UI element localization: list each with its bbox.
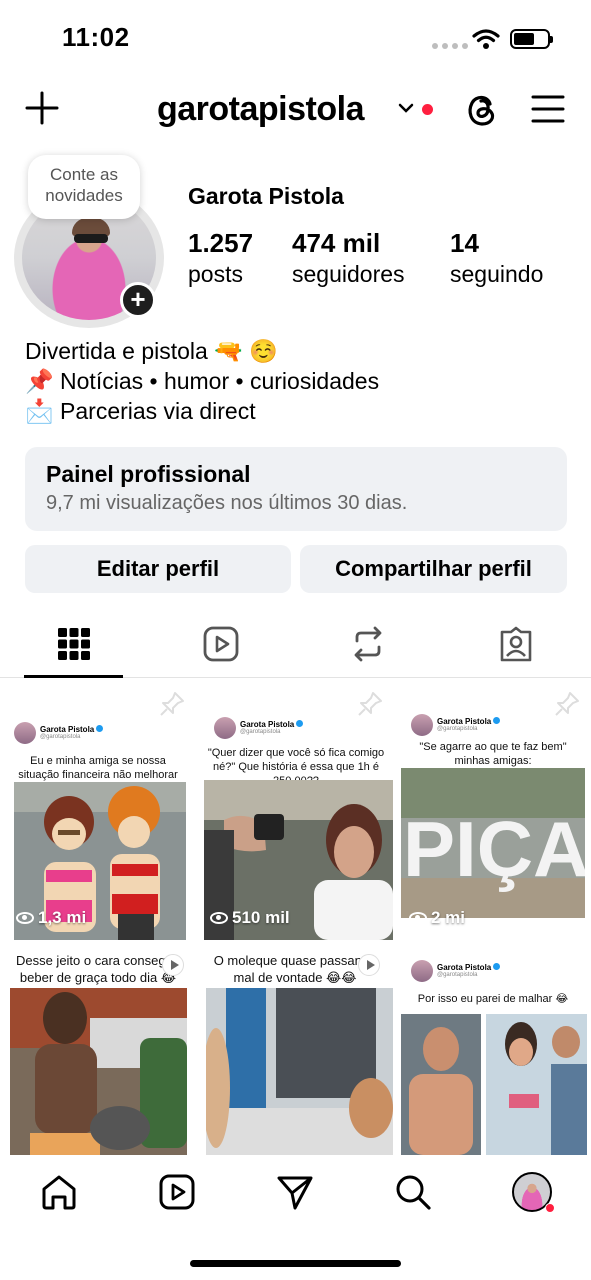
menu-icon[interactable] — [530, 94, 566, 124]
tweet-author: Garota Pistola — [40, 725, 95, 734]
tweet-text: Por isso eu parei de malhar 😂 — [417, 993, 569, 1005]
active-tab-indicator — [24, 675, 123, 678]
tweet-header: Garota Pistola @garotapistola — [411, 714, 501, 736]
views-value: 1,3 mi — [38, 908, 87, 927]
create-plus-icon[interactable] — [24, 90, 60, 126]
tweet-avatar — [214, 717, 236, 739]
tweet-header: Garota Pistola @garotapistola — [214, 717, 304, 739]
panel-title: Painel profissional — [46, 461, 251, 487]
pin-icon — [160, 692, 184, 716]
stat-value: 474 mil — [292, 228, 381, 258]
eye-icon — [210, 912, 228, 924]
tweet-author: Garota Pistola — [240, 720, 295, 729]
edit-profile-button[interactable]: Editar perfil — [25, 545, 291, 593]
add-story-plus-icon[interactable]: + — [120, 282, 156, 318]
wifi-icon — [472, 29, 500, 49]
tweet-avatar — [411, 714, 433, 736]
views-value: 2 mi — [431, 908, 466, 927]
pin-icon — [555, 692, 579, 716]
letters-sculpture-image: PIÇA — [401, 768, 585, 918]
verified-icon — [296, 720, 304, 727]
stat-label: seguindo — [450, 261, 544, 287]
post-tile[interactable]: Garota Pistola @garotapistola "Quer dize… — [198, 680, 393, 940]
story-note-bubble[interactable]: Conte as novidades — [28, 155, 140, 219]
panel-subtitle: 9,7 mi visualizações nos últimos 30 dias… — [46, 492, 408, 514]
post-tile[interactable]: O moleque quase passando mal de vontade … — [198, 942, 393, 1155]
tweet-text: "Se agarre ao que te faz bem" minhas ami… — [419, 741, 567, 767]
bio-line: 📌 Notícias • humor • curiosidades — [25, 368, 380, 394]
reel-play-icon — [358, 954, 380, 976]
video-still-image — [10, 988, 187, 1155]
views-value: 510 mil — [232, 908, 290, 927]
tweet-header: Garota Pistola @garotapistola — [411, 960, 501, 982]
notification-dot — [545, 1203, 555, 1213]
bottom-navigation — [0, 1157, 591, 1280]
tweet-handle: @garotapistola — [240, 729, 281, 735]
posts-grid: Garota Pistola @garotapistola Eu e minha… — [0, 680, 591, 1155]
stat-followers[interactable]: 474 mil seguidores — [292, 228, 405, 288]
post-tile[interactable]: Garota Pistola @garotapistola Por isso e… — [395, 942, 591, 1155]
professional-dashboard[interactable]: Painel profissional 9,7 mi visualizações… — [25, 447, 567, 531]
display-name: Garota Pistola — [188, 183, 344, 209]
verified-icon — [96, 725, 104, 732]
stat-following[interactable]: 14 seguindo — [450, 228, 543, 288]
tweet-avatar — [411, 960, 433, 982]
grid-tab-icon[interactable] — [56, 626, 92, 662]
tweet-handle: @garotapistola — [437, 726, 478, 732]
reels-tab-icon[interactable] — [203, 626, 239, 662]
content-tabs — [0, 610, 591, 678]
stat-label: seguidores — [292, 261, 405, 287]
tweet-handle: @garotapistola — [437, 972, 478, 978]
reel-play-icon — [162, 954, 184, 976]
tweet-author: Garota Pistola — [437, 717, 492, 726]
view-count: 1,3 mi — [16, 908, 86, 928]
tweet-handle: @garotapistola — [40, 734, 81, 740]
battery-icon — [510, 29, 553, 49]
tweet-header: Garota Pistola @garotapistola — [14, 722, 104, 744]
bio-line: 📩 Parcerias via direct — [25, 398, 256, 424]
home-indicator — [190, 1260, 401, 1267]
stat-value: 14 — [450, 228, 479, 258]
share-profile-button[interactable]: Compartilhar perfil — [300, 545, 567, 593]
svg-text:PIÇA: PIÇA — [403, 805, 585, 893]
side-by-side-photos — [401, 1014, 587, 1155]
home-icon[interactable] — [40, 1173, 78, 1211]
tweet-avatar — [14, 722, 36, 744]
tagged-tab-icon[interactable] — [498, 626, 534, 662]
verified-icon — [493, 717, 501, 724]
stat-value: 1.257 — [188, 228, 254, 258]
view-count: 510 mil — [210, 908, 290, 928]
tweet-author: Garota Pistola — [437, 963, 492, 972]
signal-dots-icon — [432, 43, 468, 49]
threads-icon[interactable] — [464, 90, 500, 128]
username-switcher[interactable]: garotapistola — [157, 90, 364, 129]
stat-label: posts — [188, 261, 243, 287]
profile-header: garotapistola — [0, 80, 591, 140]
stat-posts[interactable]: 1.257 posts — [188, 228, 253, 288]
notification-dot — [422, 104, 433, 115]
eye-icon — [409, 912, 427, 924]
verified-icon — [493, 963, 501, 970]
chevron-down-icon[interactable] — [398, 102, 414, 114]
bio-line: Divertida e pistola 🔫 ☺️ — [25, 338, 278, 364]
post-tile[interactable]: Garota Pistola @garotapistola Eu e minha… — [0, 680, 196, 940]
direct-messages-icon[interactable] — [276, 1173, 314, 1211]
video-still-image — [206, 988, 393, 1155]
video-caption: Desse jeito o cara consegue beber de gra… — [15, 953, 181, 985]
reels-icon[interactable] — [158, 1173, 196, 1211]
status-time: 11:02 — [62, 22, 130, 52]
eye-icon — [16, 912, 34, 924]
reposts-tab-icon[interactable] — [350, 626, 386, 662]
video-caption: O moleque quase passando mal de vontade … — [213, 953, 377, 985]
status-bar: 11:02 — [0, 0, 591, 80]
pin-icon — [358, 692, 382, 716]
post-tile[interactable]: Desse jeito o cara consegue beber de gra… — [0, 942, 196, 1155]
post-tile[interactable]: Garota Pistola @garotapistola "Se agarre… — [395, 680, 591, 940]
search-icon[interactable] — [394, 1173, 432, 1211]
view-count: 2 mi — [409, 908, 465, 928]
bio: Divertida e pistola 🔫 ☺️ 📌 Notícias • hu… — [25, 336, 379, 426]
